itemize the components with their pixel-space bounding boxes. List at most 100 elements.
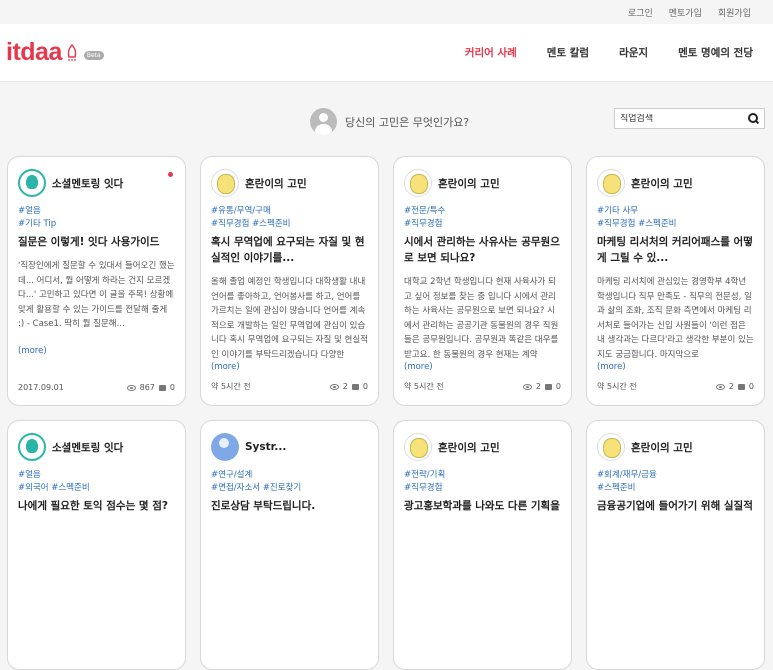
- login-link[interactable]: 로그인: [628, 6, 653, 19]
- nav-mentor-column[interactable]: 멘토 칼럼: [547, 45, 589, 60]
- card-tags[interactable]: #전문/특수 #직무경험: [404, 205, 561, 231]
- case-card[interactable]: 혼란이의 고민 #전문/특수 #직무경험 시에서 관리하는 사유사는 공무원으로…: [393, 156, 572, 406]
- card-tags[interactable]: #연구/설계 #면접/자소서 #진로찾기: [211, 469, 368, 495]
- card-title[interactable]: 혹시 무역업에 요구되는 자질 및 현실적인 이야기를...: [211, 234, 368, 266]
- author-avatar-icon: [597, 169, 625, 197]
- search-row: 당신의 고민은 무엇인가요?: [0, 82, 773, 156]
- card-title[interactable]: 질문은 이렇게! 잇다 사용가이드: [18, 234, 175, 250]
- card-author: 소셜멘토링 잇다: [52, 441, 124, 454]
- card-author: Systr...: [245, 441, 287, 453]
- case-card-grid: 소셜멘토링 잇다 #얼음 #기타 Tip 질문은 이렇게! 잇다 사용가이드 '직…: [7, 156, 765, 670]
- card-date: 약 5시간 전: [211, 382, 251, 391]
- case-card[interactable]: 혼란이의 고민 #기타 사무 #직무경험 #스펙준비 마케팅 리서처의 커리어패…: [586, 156, 765, 406]
- logo-text: itdaa: [6, 38, 62, 66]
- card-title[interactable]: 진로상담 부탁드립니다.: [211, 498, 368, 514]
- card-header: 소셜멘토링 잇다: [18, 431, 175, 463]
- card-tags[interactable]: #얼음 #기타 Tip: [18, 205, 175, 231]
- card-footer: 약 5시간 전 2 0: [211, 381, 368, 392]
- card-author: 혼란이의 고민: [438, 441, 500, 454]
- comments-count: 0: [555, 382, 561, 391]
- card-footer: 2017.09.01 867 0: [18, 383, 175, 392]
- case-card[interactable]: 혼란이의 고민 #회계/재무/금융 #스펙준비 금융공기업에 들어가기 위해 실…: [586, 420, 765, 670]
- ask-question-prompt[interactable]: 당신의 고민은 무엇인가요?: [310, 108, 469, 135]
- card-header: 혼란이의 고민: [597, 431, 754, 463]
- author-avatar-icon: [211, 169, 239, 197]
- card-title[interactable]: 금융공기업에 들어가기 위해 실질적: [597, 498, 754, 514]
- card-tags[interactable]: #얼음 #외국어 #스펙준비: [18, 469, 175, 495]
- comments-icon: [351, 383, 359, 390]
- search-icon[interactable]: [748, 113, 759, 124]
- views-count: 2: [535, 382, 541, 391]
- logo-rocket-icon: [67, 43, 77, 61]
- card-author: 혼란이의 고민: [438, 177, 500, 190]
- job-search-input[interactable]: [620, 113, 748, 124]
- comments-count: 0: [362, 382, 368, 391]
- views-count: 2: [342, 382, 348, 391]
- mentor-signup-link[interactable]: 멘토가입: [669, 6, 702, 19]
- more-link[interactable]: (more): [597, 362, 754, 372]
- nav-lounge[interactable]: 라운지: [619, 45, 648, 60]
- new-indicator-dot: [168, 172, 173, 177]
- card-tags[interactable]: #회계/재무/금융 #스펙준비: [597, 469, 754, 495]
- card-header: 혼란이의 고민: [597, 167, 754, 199]
- author-avatar-icon: [597, 433, 625, 461]
- card-author: 소셜멘토링 잇다: [52, 177, 124, 190]
- author-avatar-icon: [18, 169, 46, 197]
- case-card[interactable]: 혼란이의 고민 #유통/무역/구매 #직무경험 #스펙준비 혹시 무역업에 요구…: [200, 156, 379, 406]
- card-date: 2017.09.01: [18, 383, 64, 392]
- author-avatar-icon: [404, 169, 432, 197]
- more-link[interactable]: (more): [404, 362, 561, 372]
- views-icon: [522, 383, 532, 390]
- card-body: 올해 졸업 예정인 학생입니다 대학생활 내내 언어를 좋아하고, 언어봉사를 …: [211, 277, 368, 360]
- card-body: 대학교 2학년 학생입니다 현재 사육사가 되고 싶어 정보를 찾는 중 입니다…: [404, 277, 559, 360]
- card-stats: 2 0: [715, 382, 754, 391]
- card-stats: 2 0: [329, 382, 368, 391]
- card-body: '직장인에게 질문할 수 있대서 들어오긴 했는데... 어디서, 뭘 어떻게 …: [18, 261, 175, 329]
- comments-count: 0: [169, 383, 175, 392]
- card-header: 혼란이의 고민: [404, 167, 561, 199]
- card-header: Systr...: [211, 431, 368, 463]
- views-count: 2: [728, 382, 734, 391]
- case-card[interactable]: 소셜멘토링 잇다 #얼음 #외국어 #스펙준비 나에게 필요한 토익 점수는 몇…: [7, 420, 186, 670]
- site-header: itdaa Beta 커리어 사례 멘토 칼럼 라운지 멘토 명예의 전당: [0, 24, 773, 82]
- card-date: 약 5시간 전: [597, 382, 637, 391]
- more-link[interactable]: (more): [211, 362, 368, 372]
- job-search-box: [614, 108, 765, 129]
- question-text: 당신의 고민은 무엇인가요?: [345, 115, 470, 129]
- nav-career-cases[interactable]: 커리어 사례: [465, 45, 517, 60]
- views-count: 867: [139, 383, 155, 392]
- card-tags[interactable]: #기타 사무 #직무경험 #스펙준비: [597, 205, 754, 231]
- author-avatar-icon: [18, 433, 46, 461]
- case-card[interactable]: 혼란이의 고민 #전략/기획 #직무경험 광고홍보학과를 나와도 다른 기획을: [393, 420, 572, 670]
- card-footer: 약 5시간 전 2 0: [597, 381, 754, 392]
- card-stats: 867 0: [126, 383, 175, 392]
- card-tags[interactable]: #전략/기획 #직무경험: [404, 469, 561, 495]
- comments-count: 0: [748, 382, 754, 391]
- author-avatar-icon: [404, 433, 432, 461]
- card-title[interactable]: 시에서 관리하는 사유사는 공무원으로 보면 되나요?: [404, 234, 561, 266]
- card-stats: 2 0: [522, 382, 561, 391]
- author-avatar-icon: [211, 433, 239, 461]
- comments-icon: [737, 383, 745, 390]
- card-date: 약 5시간 전: [404, 382, 444, 391]
- beta-badge: Beta: [83, 51, 104, 60]
- card-title[interactable]: 광고홍보학과를 나와도 다른 기획을: [404, 498, 561, 514]
- card-title[interactable]: 마케팅 리서처의 커리어패스를 어떻게 그릴 수 있...: [597, 234, 754, 266]
- card-author: 혼란이의 고민: [245, 177, 307, 190]
- member-signup-link[interactable]: 회원가입: [718, 6, 751, 19]
- logo[interactable]: itdaa Beta: [6, 38, 104, 67]
- card-title[interactable]: 나에게 필요한 토익 점수는 몇 점?: [18, 498, 175, 514]
- case-card[interactable]: 소셜멘토링 잇다 #얼음 #기타 Tip 질문은 이렇게! 잇다 사용가이드 '직…: [7, 156, 186, 406]
- card-body: 마케팅 리서치에 관심있는 경영학부 4학년 학생입니다 직무 만족도 - 직무…: [597, 277, 754, 360]
- card-header: 혼란이의 고민: [211, 167, 368, 199]
- card-tags[interactable]: #유통/무역/구매 #직무경험 #스펙준비: [211, 205, 368, 231]
- views-icon: [715, 383, 725, 390]
- card-author: 혼란이의 고민: [631, 441, 693, 454]
- main-nav: 커리어 사례 멘토 칼럼 라운지 멘토 명예의 전당: [465, 45, 753, 60]
- case-card[interactable]: Systr... #연구/설계 #면접/자소서 #진로찾기 진로상담 부탁드립니…: [200, 420, 379, 670]
- card-header: 혼란이의 고민: [404, 431, 561, 463]
- comments-icon: [158, 384, 166, 391]
- nav-mentor-hall-of-fame[interactable]: 멘토 명예의 전당: [678, 45, 753, 60]
- more-link[interactable]: (more): [18, 346, 175, 356]
- card-header: 소셜멘토링 잇다: [18, 167, 175, 199]
